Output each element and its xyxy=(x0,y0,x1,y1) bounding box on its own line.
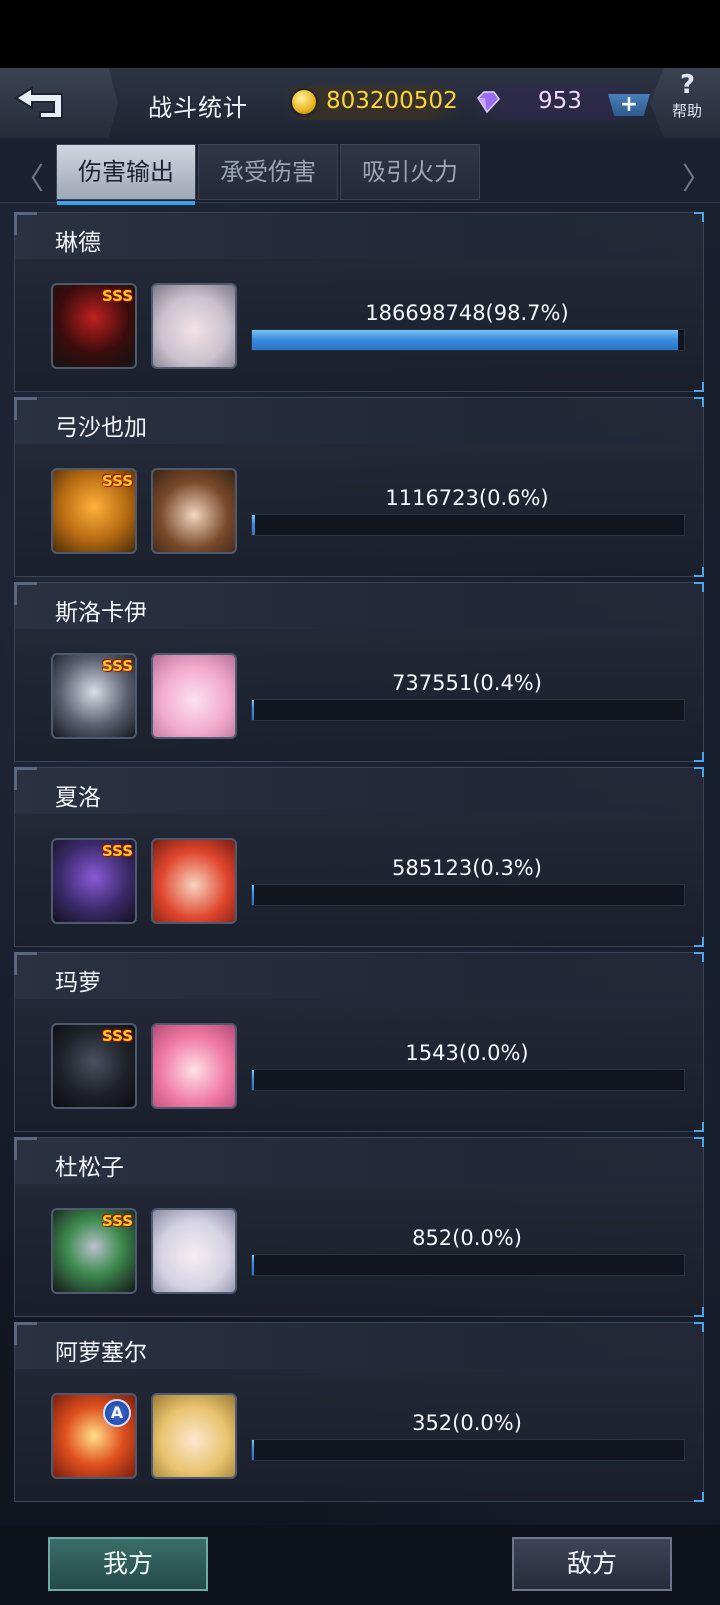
character-name: 杜松子 xyxy=(55,1155,124,1181)
rank-badge: SSS xyxy=(101,1212,133,1230)
damage-bar xyxy=(251,1069,685,1091)
character-name: 阿萝塞尔 xyxy=(55,1340,147,1366)
list-item: 斯洛卡伊 SSS 737551(0.4%) xyxy=(14,582,704,762)
damage-value: 852(0.0%) xyxy=(412,1226,522,1250)
status-bar xyxy=(0,0,720,68)
rank-badge: SSS xyxy=(101,287,133,305)
page-title: 战斗统计 xyxy=(148,94,248,122)
tab-prev-arrow-icon[interactable]: 〈 xyxy=(14,154,44,198)
damage-bar-fill xyxy=(252,700,254,720)
pilot-portrait[interactable] xyxy=(151,468,237,554)
mech-portrait[interactable]: SSS xyxy=(51,283,137,369)
rank-badge: SSS xyxy=(101,842,133,860)
add-gems-button[interactable]: + xyxy=(608,94,650,116)
damage-value: 1543(0.0%) xyxy=(405,1041,529,1065)
my-side-button[interactable]: 我方 xyxy=(48,1537,208,1591)
pilot-portrait[interactable] xyxy=(151,1208,237,1294)
character-name: 夏洛 xyxy=(55,785,101,811)
damage-bar-fill xyxy=(252,1070,254,1090)
header-bar: 战斗统计 803200502 953 + ? 帮助 xyxy=(0,68,720,141)
mech-portrait[interactable]: SSS xyxy=(51,653,137,739)
damage-bar-fill xyxy=(252,1255,254,1275)
damage-bar xyxy=(251,699,685,721)
mech-portrait[interactable]: SSS xyxy=(51,1208,137,1294)
gem-amount: 953 xyxy=(538,88,582,114)
damage-value: 585123(0.3%) xyxy=(392,856,542,880)
tab-damage-output[interactable]: 伤害输出 xyxy=(56,144,196,205)
character-name: 琳德 xyxy=(55,230,101,256)
character-name: 弓沙也加 xyxy=(55,415,147,441)
list-item: 夏洛 SSS 585123(0.3%) xyxy=(14,767,704,947)
damage-value: 1116723(0.6%) xyxy=(385,486,549,510)
back-button[interactable] xyxy=(0,68,118,138)
tab-bar: 〈 伤害输出 承受伤害 吸引火力 〉 xyxy=(0,140,720,205)
tab-draw-fire[interactable]: 吸引火力 xyxy=(340,144,480,200)
list-item: 杜松子 SSS 852(0.0%) xyxy=(14,1137,704,1317)
help-icon: ? xyxy=(680,70,696,100)
back-arrow-icon xyxy=(14,86,63,119)
help-label: 帮助 xyxy=(672,102,703,120)
damage-bar-fill xyxy=(252,1440,254,1460)
list-item: 弓沙也加 SSS 1116723(0.6%) xyxy=(14,397,704,577)
gem-icon xyxy=(477,91,500,114)
list-item: 阿萝塞尔 A 352(0.0%) xyxy=(14,1322,704,1502)
rank-badge: SSS xyxy=(101,657,133,675)
list-item: 琳德 SSS 186698748(98.7%) xyxy=(14,212,704,392)
pilot-portrait[interactable] xyxy=(151,283,237,369)
tab-next-arrow-icon[interactable]: 〉 xyxy=(682,154,712,198)
damage-bar xyxy=(251,329,685,351)
character-name: 斯洛卡伊 xyxy=(55,600,147,626)
damage-bar-fill xyxy=(252,885,254,905)
rank-badge: SSS xyxy=(101,472,133,490)
damage-bar xyxy=(251,514,685,536)
pilot-portrait[interactable] xyxy=(151,653,237,739)
damage-value: 186698748(98.7%) xyxy=(365,301,569,325)
mech-portrait[interactable]: A xyxy=(51,1393,137,1479)
damage-bar xyxy=(251,1254,685,1276)
gold-amount: 803200502 xyxy=(326,88,458,114)
list-item: 玛萝 SSS 1543(0.0%) xyxy=(14,952,704,1132)
rank-badge: SSS xyxy=(101,1027,133,1045)
damage-bar-fill xyxy=(252,515,255,535)
damage-value: 737551(0.4%) xyxy=(392,671,542,695)
pilot-portrait[interactable] xyxy=(151,838,237,924)
damage-bar-fill xyxy=(252,330,679,350)
character-name: 玛萝 xyxy=(55,970,101,996)
gold-coin-icon xyxy=(292,90,316,114)
mech-portrait[interactable]: SSS xyxy=(51,838,137,924)
mech-portrait[interactable]: SSS xyxy=(51,1023,137,1109)
damage-bar xyxy=(251,1439,685,1461)
rank-badge: A xyxy=(103,1399,131,1427)
help-button[interactable]: ? 帮助 xyxy=(650,68,720,138)
enemy-side-button[interactable]: 敌方 xyxy=(512,1537,672,1591)
pilot-portrait[interactable] xyxy=(151,1393,237,1479)
damage-value: 352(0.0%) xyxy=(412,1411,522,1435)
damage-bar xyxy=(251,884,685,906)
pilot-portrait[interactable] xyxy=(151,1023,237,1109)
tab-damage-taken[interactable]: 承受伤害 xyxy=(198,144,338,200)
mech-portrait[interactable]: SSS xyxy=(51,468,137,554)
